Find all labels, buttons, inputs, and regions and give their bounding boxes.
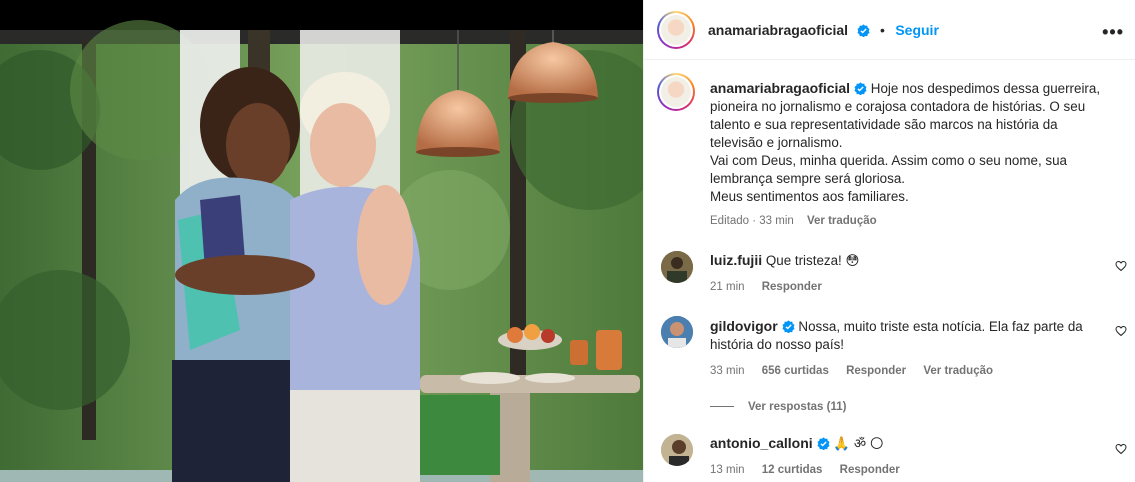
caption-meta: Editado · 33 min Ver tradução: [710, 215, 877, 227]
post-side-panel: anamariabragaoficial • Seguir ••• anamar…: [643, 0, 1135, 482]
comment-username[interactable]: antonio_calloni: [710, 435, 813, 451]
reply-button[interactable]: Responder: [840, 464, 900, 476]
caption-line: Hoje nos despedimos dessa guerreira,: [870, 81, 1101, 96]
post-caption: anamariabragaoficial Hoje nos despedimos…: [710, 79, 1110, 230]
header-separator: •: [879, 22, 885, 38]
caption-line: Vai com Deus, minha querida. Assim como …: [710, 153, 1068, 168]
comment-item: luiz.fujii Que tristeza! 😳 21 min Respon…: [710, 251, 1100, 296]
comment-meta: 13 min 12 curtidas Responder: [710, 461, 1100, 479]
comment-username[interactable]: gildovigor: [710, 318, 778, 334]
comment-text: Nossa, muito triste esta notícia. Ela fa…: [798, 319, 1083, 334]
post-photo[interactable]: [0, 0, 643, 482]
comment-translate-link[interactable]: Ver tradução: [923, 365, 993, 377]
comment-likes[interactable]: 656 curtidas: [762, 365, 829, 377]
like-heart-icon[interactable]: [1115, 443, 1127, 455]
caption-line: talento e sua representatividade são mar…: [710, 117, 1058, 132]
view-replies-label[interactable]: Ver respostas (11): [748, 401, 846, 413]
more-options-icon[interactable]: •••: [1102, 22, 1124, 43]
comment-avatar[interactable]: [661, 434, 693, 466]
view-replies[interactable]: Ver respostas (11): [710, 398, 1100, 416]
reply-button[interactable]: Responder: [846, 365, 906, 377]
follow-button[interactable]: Seguir: [895, 22, 939, 38]
comment-time: 13 min: [710, 464, 745, 476]
replies-divider: [710, 406, 734, 408]
comment-meta: 21 min Responder: [710, 278, 1100, 296]
verified-badge-icon: [857, 24, 870, 37]
verified-badge-icon: [817, 437, 830, 450]
comment-emoji: 😳: [845, 253, 860, 268]
verified-badge-icon: [782, 320, 795, 333]
caption-translate-link[interactable]: Ver tradução: [807, 215, 877, 227]
comment-emoji: 🙏 ॐ 🌕: [833, 436, 884, 451]
caption-avatar[interactable]: [657, 73, 695, 111]
post-image: [0, 0, 643, 482]
comment-meta: 33 min 656 curtidas Responder Ver traduç…: [710, 362, 1100, 380]
comment-item: antonio_calloni 🙏 ॐ 🌕 13 min 12 curtidas…: [710, 434, 1100, 479]
reply-button[interactable]: Responder: [762, 281, 822, 293]
comment-username[interactable]: luiz.fujii: [710, 252, 762, 268]
caption-username[interactable]: anamariabragaoficial: [710, 80, 850, 96]
caption-line: pioneira no jornalismo e corajosa contad…: [710, 99, 1086, 114]
verified-badge-icon: [854, 82, 867, 95]
comment-item: gildovigor Nossa, muito triste esta notí…: [710, 317, 1100, 416]
comment-text: Que tristeza!: [765, 253, 842, 268]
comment-likes[interactable]: 12 curtidas: [762, 464, 823, 476]
like-heart-icon[interactable]: [1115, 260, 1127, 272]
comment-text: história do nosso país!: [710, 337, 844, 352]
comment-time: 33 min: [710, 365, 745, 377]
caption-line: televisão e jornalismo.: [710, 135, 843, 150]
like-heart-icon[interactable]: [1115, 325, 1127, 337]
author-username[interactable]: anamariabragaoficial: [708, 22, 848, 38]
comment-avatar[interactable]: [661, 316, 693, 348]
comment-time: 21 min: [710, 281, 745, 293]
post-time: 33 min: [759, 215, 794, 227]
post-header: anamariabragaoficial • Seguir •••: [644, 0, 1135, 60]
caption-line: lembrança sempre será gloriosa.: [710, 171, 905, 186]
author-avatar[interactable]: [657, 11, 695, 49]
edited-label: Editado: [710, 215, 750, 227]
caption-line: Meus sentimentos aos familiares.: [710, 189, 909, 204]
comment-avatar[interactable]: [661, 251, 693, 283]
